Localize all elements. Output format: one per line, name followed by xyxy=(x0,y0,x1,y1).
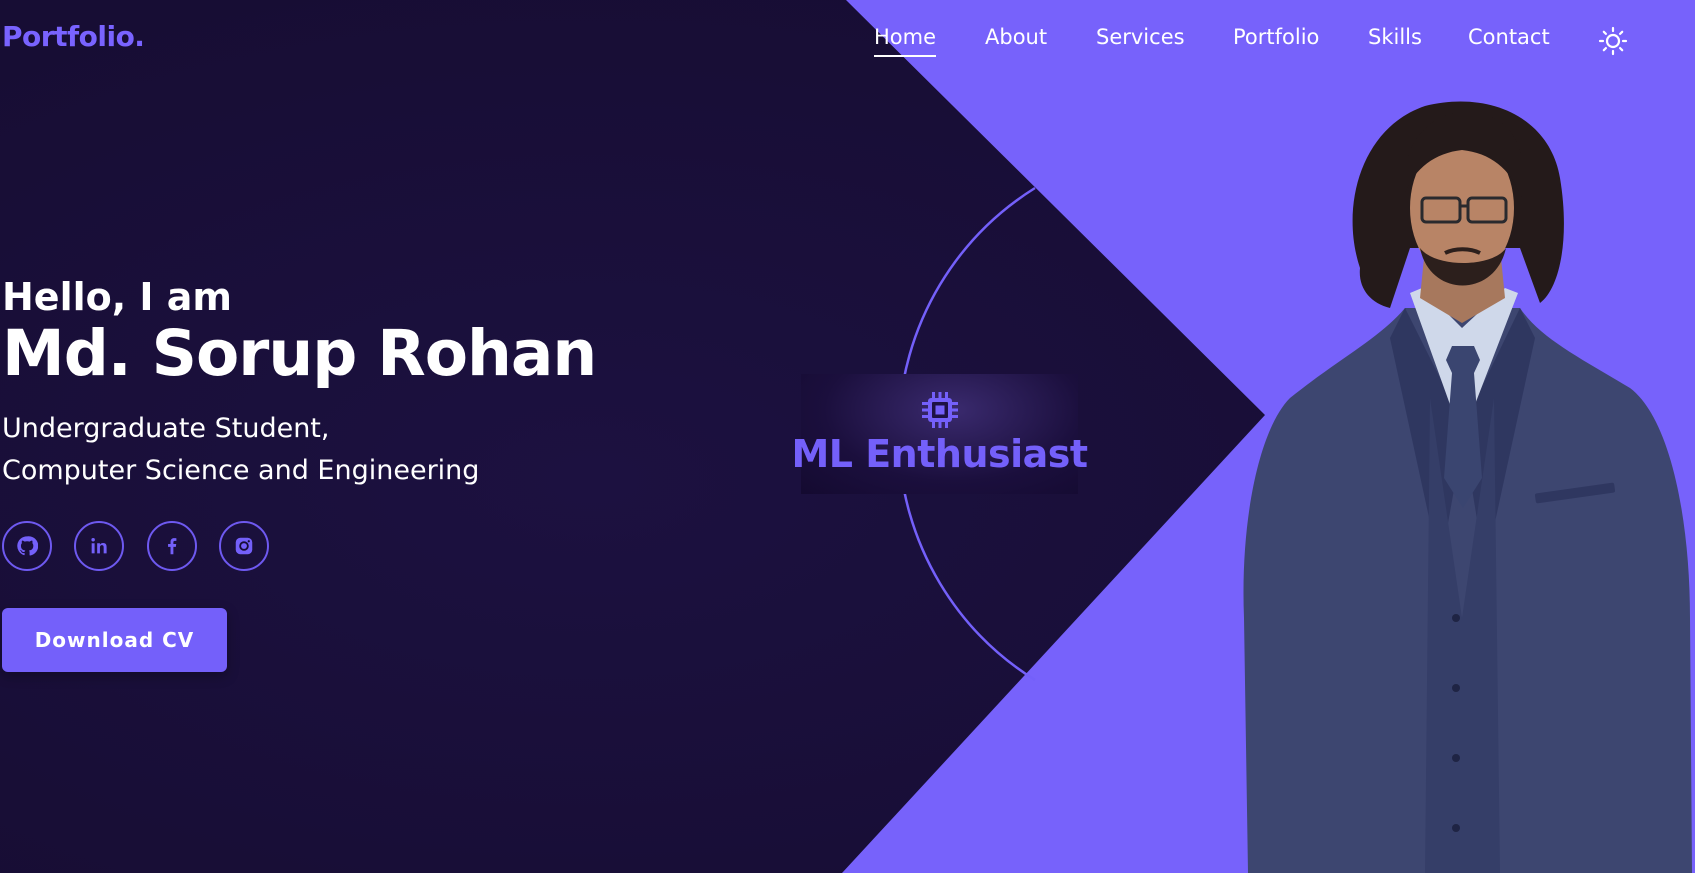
nav-home[interactable]: Home xyxy=(874,25,937,57)
nav-about[interactable]: About xyxy=(985,25,1047,49)
nav-contact[interactable]: Contact xyxy=(1468,25,1550,49)
facebook-link[interactable] xyxy=(147,521,197,571)
github-icon xyxy=(17,536,38,556)
github-link[interactable] xyxy=(2,521,52,571)
linkedin-icon xyxy=(91,538,107,554)
greeting: Hello, I am xyxy=(2,275,233,319)
linkedin-link[interactable] xyxy=(74,521,124,571)
role-line-2: Computer Science and Engineering xyxy=(2,455,480,486)
hero-name: Md. Sorup Rohan xyxy=(2,317,597,390)
card-text: ML Enthusiast xyxy=(791,432,1088,476)
instagram-icon xyxy=(235,537,253,555)
sun-icon[interactable] xyxy=(1598,26,1628,56)
hero-role: Undergraduate Student, Computer Science … xyxy=(2,408,479,492)
cpu-chip-icon xyxy=(921,392,958,428)
instagram-link[interactable] xyxy=(219,521,269,571)
facebook-icon xyxy=(168,538,177,555)
download-cv-button[interactable]: Download CV xyxy=(2,608,227,672)
nav-skills[interactable]: Skills xyxy=(1368,25,1422,49)
nav-portfolio[interactable]: Portfolio xyxy=(1233,25,1319,49)
ml-enthusiast-card: ML Enthusiast xyxy=(791,374,1088,494)
role-line-1: Undergraduate Student, xyxy=(2,413,330,444)
logo[interactable]: Portfolio. xyxy=(2,20,145,53)
profile-photo xyxy=(1230,98,1695,873)
nav-services[interactable]: Services xyxy=(1096,25,1185,49)
